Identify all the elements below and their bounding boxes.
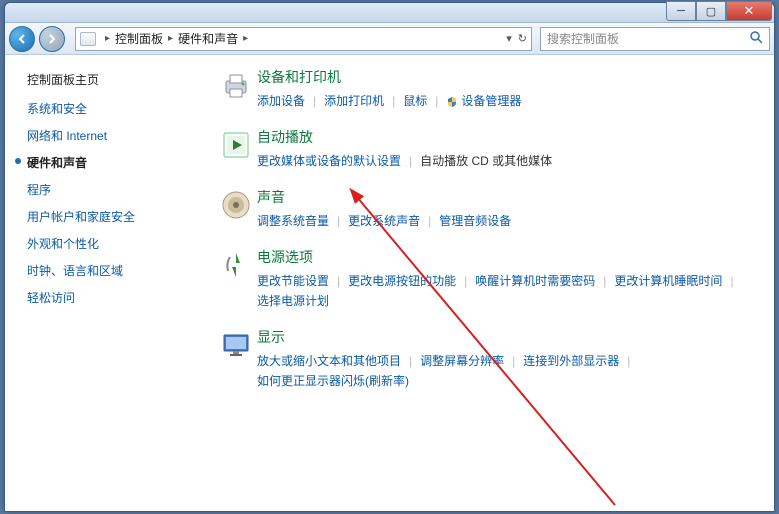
- chevron-right-icon: ▸: [165, 33, 176, 44]
- sidebar-item-5[interactable]: 外观和个性化: [27, 235, 195, 252]
- link-4-0[interactable]: 放大或缩小文本和其他项目: [257, 351, 401, 371]
- arrow-left-icon: [16, 33, 28, 45]
- navigation-bar: ▸ 控制面板 ▸ 硬件和声音 ▸ ▾ ↻ 搜索控制面板: [5, 23, 774, 55]
- sidebar: 控制面板主页 系统和安全网络和 Internet 硬件和声音程序用户帐户和家庭安全…: [5, 55, 195, 511]
- link-3-2[interactable]: 更改电源按钮的功能: [348, 271, 456, 291]
- separator: |: [401, 151, 420, 171]
- link-0-2[interactable]: 添加打印机: [324, 91, 384, 111]
- arrow-right-icon: [46, 33, 58, 45]
- link-2-4[interactable]: 管理音频设备: [439, 211, 511, 231]
- breadcrumb[interactable]: ▸ 控制面板 ▸ 硬件和声音 ▸ ▾ ↻: [75, 27, 532, 51]
- section-title[interactable]: 显示: [257, 327, 754, 347]
- section-title[interactable]: 设备和打印机: [257, 67, 754, 87]
- sidebar-title[interactable]: 控制面板主页: [27, 71, 195, 88]
- section-autoplay: 自动播放更改媒体或设备的默认设置|自动播放 CD 或其他媒体: [215, 127, 754, 171]
- section-printer: 设备和打印机添加设备|添加打印机|鼠标|设备管理器: [215, 67, 754, 111]
- section-display: 显示放大或缩小文本和其他项目|调整屏幕分辨率|连接到外部显示器|如何更正显示器闪…: [215, 327, 754, 391]
- separator: |: [420, 211, 439, 231]
- sidebar-item-6[interactable]: 时钟、语言和区域: [27, 262, 195, 279]
- link-3-4[interactable]: 唤醒计算机时需要密码: [475, 271, 595, 291]
- breadcrumb-root[interactable]: 控制面板: [115, 30, 163, 47]
- main-panel: 设备和打印机添加设备|添加打印机|鼠标|设备管理器自动播放更改媒体或设备的默认设…: [195, 55, 774, 511]
- section-title[interactable]: 电源选项: [257, 247, 754, 267]
- separator: |: [384, 91, 403, 111]
- sidebar-item-4[interactable]: 用户帐户和家庭安全: [27, 208, 195, 225]
- sidebar-item-2[interactable]: 硬件和声音: [27, 154, 195, 171]
- separator: |: [595, 271, 614, 291]
- link-1-2: 自动播放 CD 或其他媒体: [420, 151, 552, 171]
- separator: |: [427, 91, 446, 111]
- sidebar-item-7[interactable]: 轻松访问: [27, 289, 195, 306]
- separator: |: [329, 211, 348, 231]
- power-icon: [215, 247, 257, 311]
- separator: |: [401, 351, 420, 371]
- separator: |: [329, 271, 348, 291]
- display-icon: [215, 327, 257, 391]
- titlebar: ─ ▢ ✕: [5, 3, 774, 23]
- link-3-6[interactable]: 更改计算机睡眠时间: [614, 271, 722, 291]
- link-3-0[interactable]: 更改节能设置: [257, 271, 329, 291]
- sidebar-item-3[interactable]: 程序: [27, 181, 195, 198]
- shield-icon: [446, 96, 458, 108]
- separator: |: [504, 351, 523, 371]
- maximize-button[interactable]: ▢: [696, 1, 726, 21]
- separator: |: [619, 351, 638, 371]
- chevron-right-icon: ▸: [240, 33, 251, 44]
- printer-icon: [215, 67, 257, 111]
- separator: |: [305, 91, 324, 111]
- minimize-button[interactable]: ─: [666, 1, 696, 21]
- link-4-2[interactable]: 调整屏幕分辨率: [420, 351, 504, 371]
- separator: |: [722, 271, 741, 291]
- breadcrumb-current[interactable]: 硬件和声音: [178, 30, 238, 47]
- link-3-8[interactable]: 选择电源计划: [257, 291, 329, 311]
- sidebar-item-0[interactable]: 系统和安全: [27, 100, 195, 117]
- link-4-4[interactable]: 连接到外部显示器: [523, 351, 619, 371]
- search-placeholder: 搜索控制面板: [547, 30, 619, 47]
- link-4-6[interactable]: 如何更正显示器闪烁(刷新率): [257, 371, 409, 391]
- nav-back-button[interactable]: [9, 26, 35, 52]
- refresh-icon[interactable]: ↻: [518, 32, 527, 45]
- section-sound: 声音调整系统音量|更改系统声音|管理音频设备: [215, 187, 754, 231]
- chevron-right-icon: ▸: [102, 33, 113, 44]
- autoplay-icon: [215, 127, 257, 171]
- link-0-6[interactable]: 设备管理器: [446, 91, 521, 111]
- section-title[interactable]: 自动播放: [257, 127, 754, 147]
- close-button[interactable]: ✕: [726, 1, 772, 21]
- link-2-2[interactable]: 更改系统声音: [348, 211, 420, 231]
- link-0-4[interactable]: 鼠标: [403, 91, 427, 111]
- control-panel-window: ─ ▢ ✕ ▸ 控制面板 ▸ 硬件和声音 ▸ ▾ ↻ 搜索控制面板: [4, 2, 775, 512]
- link-2-0[interactable]: 调整系统音量: [257, 211, 329, 231]
- sound-icon: [215, 187, 257, 231]
- link-0-0[interactable]: 添加设备: [257, 91, 305, 111]
- sidebar-item-1[interactable]: 网络和 Internet: [27, 127, 195, 144]
- search-input[interactable]: 搜索控制面板: [540, 27, 770, 51]
- section-power: 电源选项更改节能设置|更改电源按钮的功能|唤醒计算机时需要密码|更改计算机睡眠时…: [215, 247, 754, 311]
- search-icon: [749, 30, 763, 47]
- section-title[interactable]: 声音: [257, 187, 754, 207]
- dropdown-arrow-icon[interactable]: ▾: [506, 32, 512, 45]
- link-1-0[interactable]: 更改媒体或设备的默认设置: [257, 151, 401, 171]
- separator: |: [456, 271, 475, 291]
- content-area: 控制面板主页 系统和安全网络和 Internet 硬件和声音程序用户帐户和家庭安全…: [5, 55, 774, 511]
- control-panel-icon: [80, 32, 96, 46]
- nav-forward-button[interactable]: [39, 26, 65, 52]
